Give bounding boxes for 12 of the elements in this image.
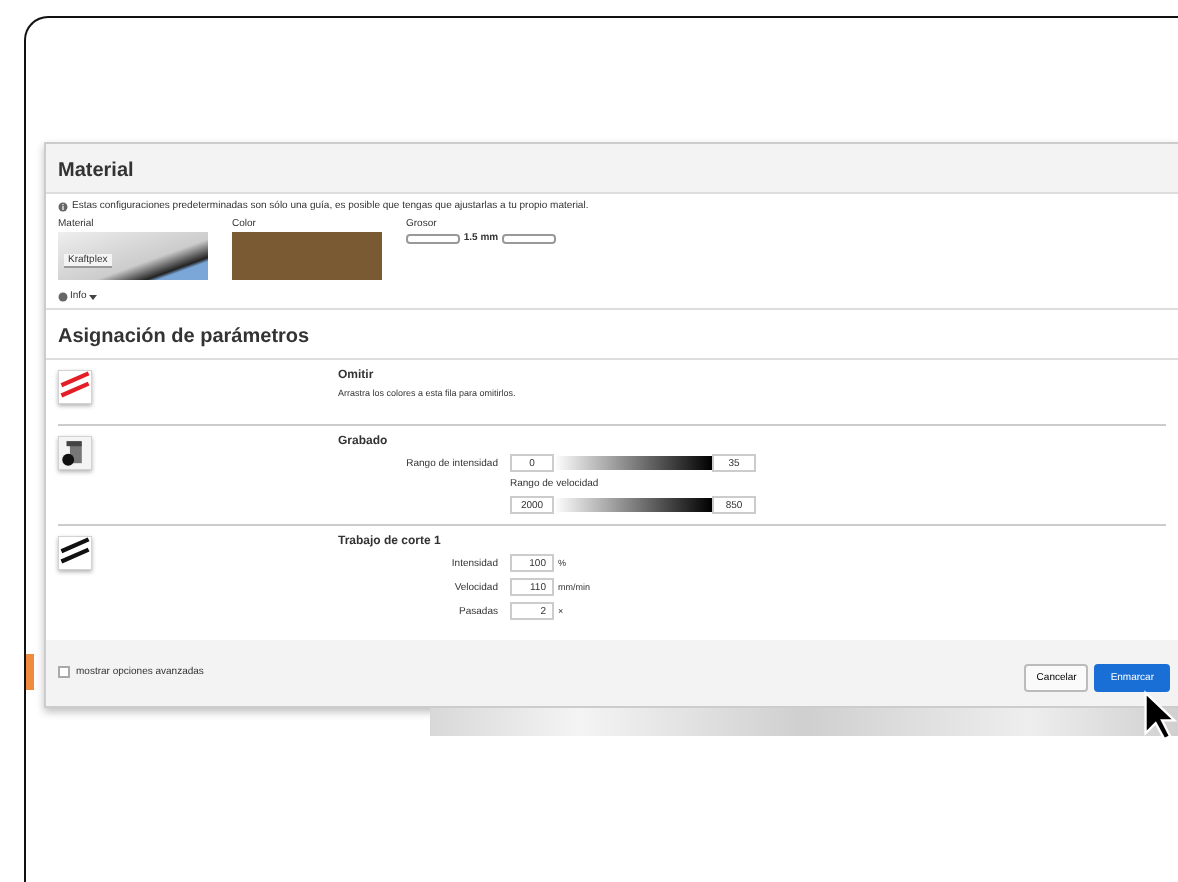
slider-track[interactable] — [502, 233, 556, 243]
color-swatch[interactable] — [232, 232, 382, 280]
info-icon — [58, 291, 68, 301]
engrave-icon[interactable] — [58, 436, 92, 470]
cut-stripes-icon[interactable] — [58, 536, 92, 570]
caret-icon — [88, 291, 99, 301]
slider-track[interactable] — [406, 233, 460, 243]
section-title: Material — [58, 160, 134, 182]
checkbox[interactable] — [58, 666, 70, 678]
skip-stripes-icon[interactable] — [58, 370, 92, 404]
info-icon — [58, 201, 68, 211]
section-title: Asignación de parámetros — [58, 326, 310, 348]
